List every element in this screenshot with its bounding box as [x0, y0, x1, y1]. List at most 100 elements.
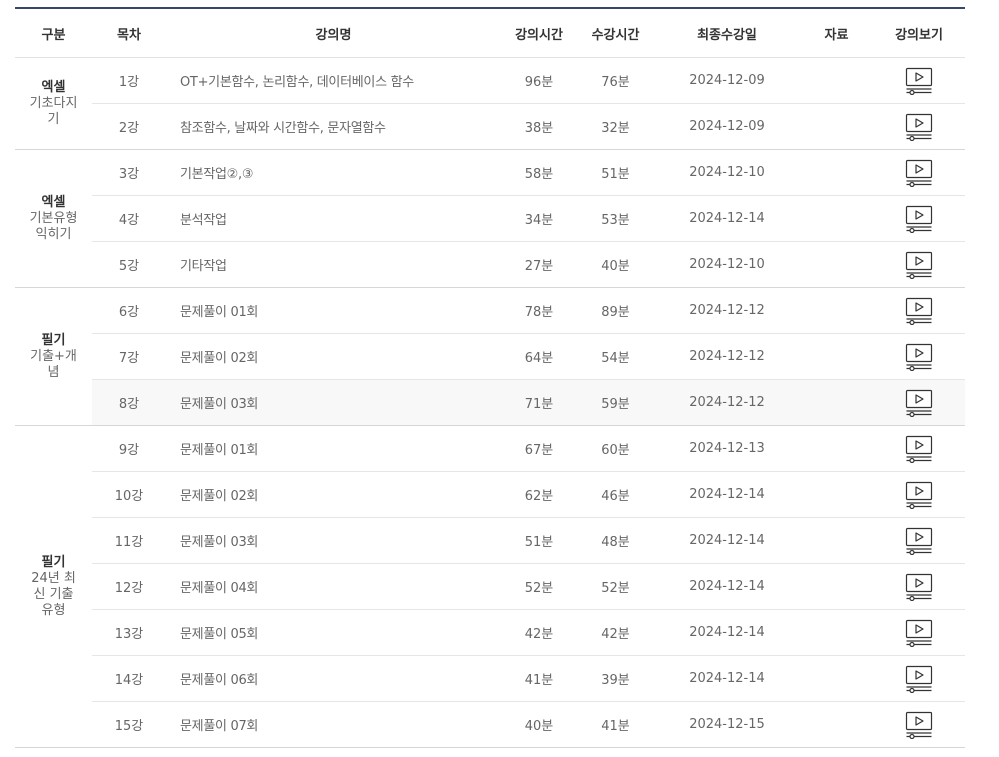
table-row: 엑셀 기본유형익히기 3강 기본작업②,③ 58분 51분 2024-12-10: [15, 149, 965, 288]
lecture-last-date: 2024-12-14: [654, 609, 800, 656]
table-row: 엑셀 기초다지기 1강 OT+기본함수, 논리함수, 데이터베이스 함수 96분…: [15, 57, 965, 150]
lecture-last-date: 2024-12-14: [654, 655, 800, 702]
lecture-title: 문제풀이 06회: [166, 655, 501, 702]
lecture-duration: 64분: [501, 333, 577, 380]
lecture-table: 구분 목차 강의명 강의시간 수강시간 최종수강일 자료 강의보기 엑셀 기초다…: [15, 7, 965, 748]
lecture-title: 기타작업: [166, 241, 501, 288]
lecture-title: 분석작업: [166, 195, 501, 242]
lecture-title: 문제풀이 01회: [166, 287, 501, 334]
table-row: 필기 기출+개념 6강 문제풀이 01회 78분 89분 2024-12-12: [15, 287, 965, 426]
lecture-watched: 41분: [577, 701, 654, 748]
lecture-watched: 76분: [577, 57, 654, 104]
lecture-duration: 27분: [501, 241, 577, 288]
play-video-icon[interactable]: [904, 527, 934, 555]
lecture-duration: 51분: [501, 517, 577, 564]
lecture-index: 15강: [92, 701, 166, 748]
lecture-title: OT+기본함수, 논리함수, 데이터베이스 함수: [166, 57, 501, 104]
play-video-icon[interactable]: [904, 573, 934, 601]
lecture-material: [800, 701, 873, 748]
play-video-icon[interactable]: [904, 389, 934, 417]
lecture-view-cell: [873, 57, 965, 104]
group-subtitle: 기출+개념: [30, 348, 77, 380]
group-cell: 엑셀 기초다지기: [15, 57, 92, 150]
header-group: 구분: [15, 8, 92, 58]
play-video-icon[interactable]: [904, 251, 934, 279]
group-name: 필기: [41, 554, 66, 570]
lecture-material: [800, 471, 873, 518]
group-name: 필기: [41, 332, 66, 348]
lecture-index: 12강: [92, 563, 166, 610]
lecture-duration: 78분: [501, 287, 577, 334]
lecture-index: 2강: [92, 103, 166, 150]
lecture-last-date: 2024-12-12: [654, 379, 800, 426]
lecture-material: [800, 103, 873, 150]
play-video-icon[interactable]: [904, 435, 934, 463]
play-video-icon[interactable]: [904, 481, 934, 509]
lecture-title: 문제풀이 03회: [166, 379, 501, 426]
table-header: 구분 목차 강의명 강의시간 수강시간 최종수강일 자료 강의보기: [15, 8, 965, 58]
lecture-last-date: 2024-12-09: [654, 103, 800, 150]
lecture-view-cell: [873, 149, 965, 196]
lecture-index: 4강: [92, 195, 166, 242]
lecture-title: 문제풀이 05회: [166, 609, 501, 656]
lecture-watched: 42분: [577, 609, 654, 656]
lecture-duration: 34분: [501, 195, 577, 242]
lecture-duration: 40분: [501, 701, 577, 748]
play-video-icon[interactable]: [904, 159, 934, 187]
play-video-icon[interactable]: [904, 665, 934, 693]
lecture-material: [800, 149, 873, 196]
group-name: 엑셀: [41, 79, 66, 95]
lecture-index: 3강: [92, 149, 166, 196]
group-name: 엑셀: [41, 194, 66, 210]
play-video-icon[interactable]: [904, 113, 934, 141]
lecture-watched: 40분: [577, 241, 654, 288]
lecture-material: [800, 287, 873, 334]
lecture-view-cell: [873, 471, 965, 518]
lecture-duration: 42분: [501, 609, 577, 656]
lecture-view-cell: [873, 701, 965, 748]
play-video-icon[interactable]: [904, 711, 934, 739]
header-index: 목차: [92, 8, 166, 58]
table-row: 5강 기타작업 27분 40분 2024-12-10: [15, 241, 965, 288]
lecture-index: 5강: [92, 241, 166, 288]
lecture-material: [800, 563, 873, 610]
lecture-watched: 59분: [577, 379, 654, 426]
lecture-index: 7강: [92, 333, 166, 380]
header-last-date: 최종수강일: [654, 8, 800, 58]
lecture-duration: 67분: [501, 425, 577, 472]
group-subtitle: 24년 최신 기출유형: [31, 570, 76, 618]
lecture-duration: 52분: [501, 563, 577, 610]
lecture-index: 14강: [92, 655, 166, 702]
lecture-index: 11강: [92, 517, 166, 564]
lecture-view-cell: [873, 563, 965, 610]
lecture-material: [800, 333, 873, 380]
lecture-view-cell: [873, 379, 965, 426]
lecture-watched: 54분: [577, 333, 654, 380]
lecture-title: 기본작업②,③: [166, 149, 501, 196]
play-video-icon[interactable]: [904, 297, 934, 325]
lecture-watched: 60분: [577, 425, 654, 472]
lecture-index: 6강: [92, 287, 166, 334]
header-row: 구분 목차 강의명 강의시간 수강시간 최종수강일 자료 강의보기: [15, 8, 965, 58]
lecture-watched: 52분: [577, 563, 654, 610]
play-video-icon[interactable]: [904, 67, 934, 95]
table-row: 필기 24년 최신 기출유형 9강 문제풀이 01회 67분 60분 2024-…: [15, 425, 965, 748]
lecture-material: [800, 195, 873, 242]
lecture-last-date: 2024-12-14: [654, 563, 800, 610]
lecture-material: [800, 655, 873, 702]
table-row: 12강 문제풀이 04회 52분 52분 2024-12-14: [15, 563, 965, 610]
lecture-last-date: 2024-12-12: [654, 287, 800, 334]
lecture-title: 문제풀이 01회: [166, 425, 501, 472]
lecture-watched: 53분: [577, 195, 654, 242]
lecture-material: [800, 425, 873, 472]
lecture-view-cell: [873, 425, 965, 472]
lecture-last-date: 2024-12-10: [654, 149, 800, 196]
play-video-icon[interactable]: [904, 619, 934, 647]
lecture-index: 8강: [92, 379, 166, 426]
lecture-material: [800, 379, 873, 426]
play-video-icon[interactable]: [904, 205, 934, 233]
lecture-watched: 48분: [577, 517, 654, 564]
play-video-icon[interactable]: [904, 343, 934, 371]
lecture-last-date: 2024-12-13: [654, 425, 800, 472]
lecture-list-container: 구분 목차 강의명 강의시간 수강시간 최종수강일 자료 강의보기 엑셀 기초다…: [15, 7, 965, 748]
